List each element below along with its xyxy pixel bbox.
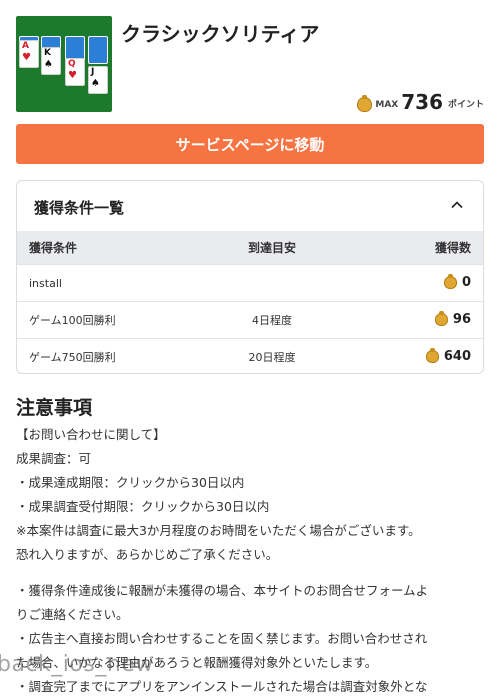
column-header-condition: 獲得条件 — [29, 241, 78, 255]
max-points-value: 736 — [401, 90, 443, 114]
playing-card-icon: K ♠ — [41, 47, 61, 75]
notes-line: 【お問い合わせに関して】 — [16, 427, 166, 442]
notes-line: ・成果達成期限：クリックから30日以内 — [16, 475, 245, 490]
app-title: クラシックソリティア — [121, 22, 320, 46]
max-label: MAX — [375, 100, 399, 110]
row-points: 0 — [461, 274, 471, 290]
notes-line: ・獲得条件達成後に報酬が未獲得の場合、本サイトのお問合せフォームよ — [16, 583, 429, 598]
playing-card-icon: A ♥ — [19, 40, 39, 68]
card-rank: J — [91, 67, 95, 77]
table-row: ゲーム100回勝利 4日程度 96 — [17, 301, 483, 338]
back-button[interactable]: back_ios_new — [0, 652, 154, 677]
card-suit: ♠ — [91, 78, 100, 89]
page: A ♥ K ♠ Q ♥ J ♠ クラシックソリティア MAX 736 ポイント … — [0, 0, 500, 700]
notes-line: 成果調査：可 — [16, 451, 92, 466]
max-points: MAX 736 ポイント — [357, 90, 484, 112]
notes-line: ・広告主へ直接お問い合わせすることを固く禁じます。お問い合わせされ — [16, 631, 428, 646]
notes-title: 注意事項 — [16, 397, 93, 419]
row-condition: ゲーム100回勝利 — [29, 314, 116, 327]
chevron-up-icon[interactable] — [451, 199, 463, 211]
row-points: 96 — [452, 311, 471, 327]
conditions-header[interactable]: 獲得条件一覧 — [17, 181, 483, 231]
conditions-table-header: 獲得条件 到達目安 獲得数 — [17, 231, 483, 264]
conditions-title: 獲得条件一覧 — [34, 199, 125, 217]
card-back-icon — [88, 36, 108, 64]
card-rank: K — [44, 48, 51, 58]
notes-line: ・成果調査受付期限：クリックから30日以内 — [16, 499, 270, 514]
notes-line: ・調査完了までにアプリをアンインストールされた場合は調査対象外とな — [16, 679, 428, 694]
card-rank: A — [22, 41, 29, 51]
conditions-panel: 獲得条件一覧 獲得条件 到達目安 獲得数 install 0 ゲーム100回勝利… — [16, 180, 484, 374]
playing-card-icon: J ♠ — [88, 66, 108, 94]
notes-line: りご連絡ください。 — [16, 607, 129, 622]
app-icon[interactable]: A ♥ K ♠ Q ♥ J ♠ — [16, 16, 112, 112]
table-row: ゲーム750回勝利 20日程度 640 — [17, 338, 483, 373]
row-points: 640 — [443, 348, 471, 364]
row-condition: ゲーム750回勝利 — [29, 351, 116, 364]
playing-card-icon: Q ♥ — [65, 58, 85, 86]
coin-bag-icon — [357, 95, 373, 112]
coin-bag-icon — [434, 310, 448, 326]
column-header-estimate: 到達目安 — [247, 241, 296, 255]
table-row: install 0 — [17, 264, 483, 301]
card-suit: ♥ — [68, 70, 77, 81]
points-unit: ポイント — [447, 100, 484, 110]
app-header: A ♥ K ♠ Q ♥ J ♠ クラシックソリティア MAX 736 ポイント — [16, 16, 484, 112]
row-estimate: 20日程度 — [248, 351, 296, 364]
row-estimate: 4日程度 — [252, 314, 292, 327]
notes-line: 恐れ入りますが、あらかじめご了承ください。 — [16, 547, 279, 562]
card-rank: Q — [68, 59, 76, 69]
notes-line: ※本案件は調査に最大3か月程度のお時間をいただく場合がございます。 — [16, 523, 421, 538]
card-suit: ♠ — [44, 59, 53, 70]
coin-bag-icon — [425, 347, 439, 363]
row-condition: install — [29, 276, 62, 290]
coin-bag-icon — [443, 273, 457, 289]
card-suit: ♥ — [22, 52, 31, 63]
service-page-button[interactable]: サービスページに移動 — [16, 124, 484, 164]
column-header-points: 獲得数 — [434, 241, 471, 255]
